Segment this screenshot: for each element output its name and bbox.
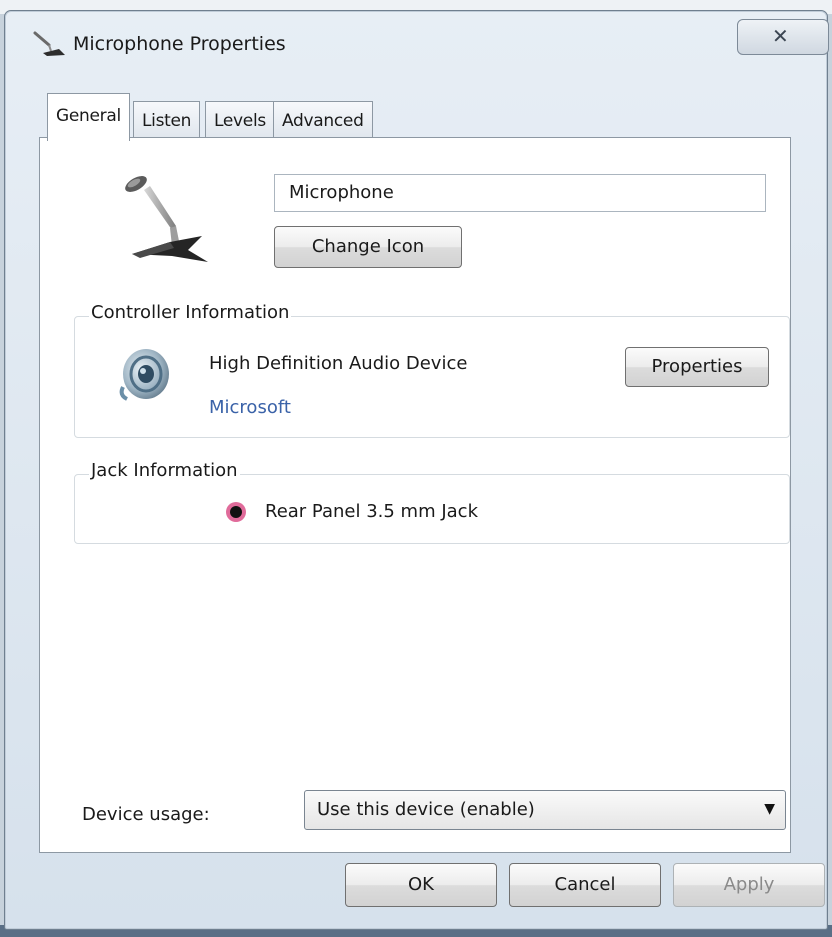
device-name-input[interactable]: Microphone [274,174,766,212]
window-title: Microphone Properties [73,33,286,55]
microphone-small-icon [33,31,65,56]
chevron-down-icon: ▼ [764,801,775,817]
general-tab-panel: Microphone Change Icon Controller Inform… [39,137,791,853]
jack-dot-icon [226,502,246,522]
tab-general[interactable]: General [47,93,130,141]
controller-properties-button[interactable]: Properties [625,347,769,387]
close-icon: ✕ [772,24,789,48]
jack-label: Rear Panel 3.5 mm Jack [265,501,479,522]
title-bar[interactable]: Microphone Properties ✕ [5,11,829,61]
apply-button[interactable]: Apply [673,863,825,907]
tab-listen[interactable]: Listen [133,101,201,137]
device-usage-value: Use this device (enable) [317,799,535,820]
jack-information-group: Jack Information Rear Panel 3.5 mm Jack [74,460,790,544]
device-usage-label: Device usage: [82,804,210,825]
controller-information-group: Controller Information High Definition A… [74,302,790,438]
microphone-properties-dialog: Microphone Properties ✕ General Listen L… [4,10,829,930]
jack-group-title: Jack Information [89,460,240,481]
change-icon-button[interactable]: Change Icon [274,226,462,268]
speaker-icon [119,349,169,401]
microphone-icon[interactable] [110,162,220,270]
cancel-button[interactable]: Cancel [509,863,661,907]
device-usage-select[interactable]: Use this device (enable) ▼ [304,790,786,830]
tab-levels[interactable]: Levels [205,101,275,137]
ok-button[interactable]: OK [345,863,497,907]
tab-advanced[interactable]: Advanced [273,101,373,137]
close-button[interactable]: ✕ [737,19,829,55]
controller-device-name: High Definition Audio Device [209,353,468,374]
controller-group-title: Controller Information [89,302,292,323]
controller-manufacturer-link[interactable]: Microsoft [209,397,291,418]
